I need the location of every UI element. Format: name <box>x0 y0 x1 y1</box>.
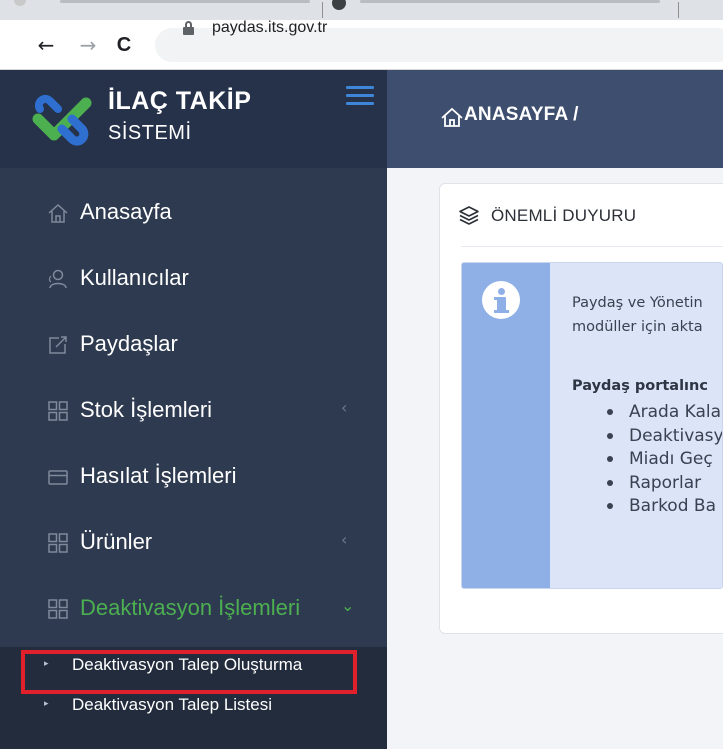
tab-favicon[interactable] <box>14 0 26 6</box>
forward-button[interactable]: → <box>76 33 100 57</box>
sidebar-item-label: Deaktivasyon İşlemleri <box>80 595 301 620</box>
sidebar-item-hasilat-islemleri[interactable]: Hasılat İşlemleri <box>0 444 387 510</box>
hamburger-menu-icon[interactable] <box>346 86 374 106</box>
tab-separator <box>322 2 323 18</box>
grid-icon <box>48 401 68 421</box>
list-item: Barkod Ba <box>607 495 722 519</box>
lock-icon[interactable] <box>183 21 194 35</box>
breadcrumb[interactable]: ANASAYFA / <box>464 104 579 126</box>
sidebar-subitem-label: Deaktivasyon Talep Listesi <box>72 695 273 714</box>
grid-icon <box>48 533 68 553</box>
top-header-bar: ANASAYFA / <box>387 70 723 168</box>
list-item: Raporlar <box>607 472 722 496</box>
alert-bullet-list: Arada Kala Deaktivasy Miadı Geç Raporlar… <box>607 401 722 519</box>
card-title: ÖNEMLİ DUYURU <box>491 206 637 225</box>
brand-title: İLAÇ TAKİP <box>108 87 252 115</box>
list-item: Deaktivasy <box>607 425 722 449</box>
url-text[interactable]: paydas.its.gov.tr <box>212 19 327 37</box>
info-icon <box>482 281 520 319</box>
list-item: Arada Kala <box>607 401 722 425</box>
tab-favicon[interactable] <box>332 0 346 10</box>
sidebar-item-label: Ürünler <box>80 529 153 554</box>
sidebar-item-urunler[interactable]: Ürünler ‹ <box>0 510 387 576</box>
browser-toolbar: ← → C <box>0 20 723 70</box>
back-button[interactable]: ← <box>34 33 58 57</box>
brand-header: İLAÇ TAKİP SİSTEMİ <box>0 70 387 168</box>
card-icon <box>48 470 68 485</box>
sidebar-item-label: Paydaşlar <box>80 331 178 356</box>
tab-title-placeholder[interactable] <box>360 0 660 3</box>
reload-button[interactable]: C <box>112 33 136 57</box>
browser-tab-strip <box>0 0 723 20</box>
logo-icon[interactable] <box>32 89 92 149</box>
sidebar-item-anasayfa[interactable]: Anasayfa <box>0 180 387 246</box>
alert-text-line: modüller için akta <box>572 319 703 335</box>
share-icon <box>49 336 67 354</box>
sidebar-item-kullanicilar[interactable]: Kullanıcılar <box>0 246 387 312</box>
sidebar-item-deaktivasyon-islemleri[interactable]: Deaktivasyon İşlemleri ⌄ <box>0 576 387 642</box>
grid-icon <box>48 599 68 619</box>
chevron-down-icon: ⌄ <box>341 596 355 615</box>
home-icon <box>48 203 68 223</box>
sidebar: İLAÇ TAKİP SİSTEMİ Anasayfa Kullanıcılar… <box>0 70 387 749</box>
home-icon[interactable] <box>440 106 464 128</box>
brand-subtitle: SİSTEMİ <box>108 122 192 144</box>
sidebar-item-label: Anasayfa <box>80 199 172 224</box>
sidebar-item-label: Hasılat İşlemleri <box>80 463 237 488</box>
sidebar-item-label: Kullanıcılar <box>80 265 189 290</box>
layers-icon <box>459 206 479 225</box>
info-alert: Paydaş ve Yönetin modüller için akta Pay… <box>461 262 723 589</box>
card-divider <box>461 246 723 247</box>
alert-text-line: Paydaş ve Yönetin <box>572 295 703 311</box>
alert-icon-column <box>462 263 550 588</box>
tab-title-placeholder[interactable] <box>60 0 310 3</box>
sidebar-item-stok-islemleri[interactable]: Stok İşlemleri ‹ <box>0 378 387 444</box>
bullet-icon: ▸ <box>44 699 49 709</box>
sidebar-item-label: Stok İşlemleri <box>80 397 213 422</box>
annotation-highlight-box <box>21 650 357 694</box>
chevron-left-icon: ‹ <box>341 398 348 417</box>
chevron-left-icon: ‹ <box>341 530 348 549</box>
sidebar-item-paydaslar[interactable]: Paydaşlar <box>0 312 387 378</box>
list-item: Miadı Geç <box>607 448 722 472</box>
alert-bold-line: Paydaş portalınc <box>572 378 708 394</box>
users-icon <box>48 269 67 289</box>
tab-separator <box>678 2 679 18</box>
